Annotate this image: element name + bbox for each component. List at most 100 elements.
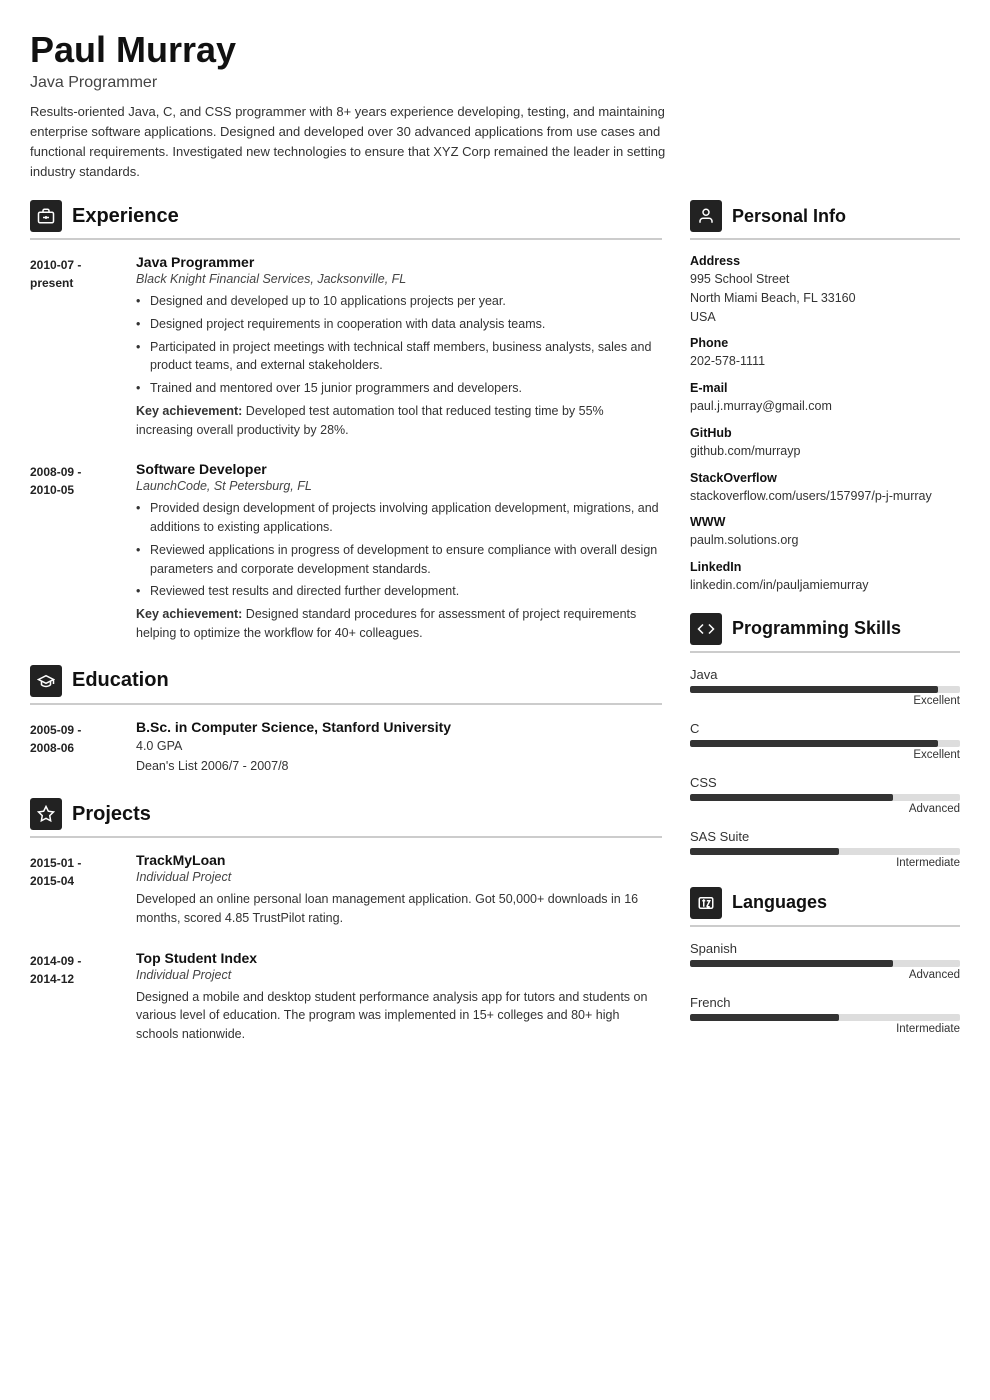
bullet-item: Designed and developed up to 10 applicat… — [136, 292, 662, 311]
language-name: French — [690, 995, 960, 1010]
language-level-label: Advanced — [690, 969, 960, 981]
language-bar-bg — [690, 960, 960, 967]
entry-bullets: Designed and developed up to 10 applicat… — [136, 292, 662, 398]
education-section-header: Education — [30, 665, 662, 705]
edu-gpa: 4.0 GPA — [136, 737, 662, 756]
entry-content: Software Developer LaunchCode, St Peters… — [136, 461, 662, 642]
entry-dates: 2014-09 -2014-12 — [30, 950, 120, 1044]
skill-item: CSS Advanced — [690, 775, 960, 815]
projects-section-header: Projects — [30, 798, 662, 838]
edu-degree: B.Sc. in Computer Science, Stanford Univ… — [136, 719, 662, 735]
edu-extra: Dean's List 2006/7 - 2007/8 — [136, 757, 662, 776]
github-value: github.com/murrayp — [690, 442, 960, 461]
language-bar-bg — [690, 1014, 960, 1021]
header-section: Paul Murray Java Programmer Results-orie… — [30, 30, 960, 182]
header-title: Java Programmer — [30, 74, 960, 92]
www-value: paulm.solutions.org — [690, 531, 960, 550]
entry-role: Java Programmer — [136, 254, 662, 270]
entry-dates: 2015-01 -2015-04 — [30, 852, 120, 928]
linkedin-value: linkedin.com/in/pauljamiemurray — [690, 576, 960, 595]
skill-name: SAS Suite — [690, 829, 960, 844]
personal-info-icon — [690, 200, 722, 232]
entry-content: TrackMyLoan Individual Project Developed… — [136, 852, 662, 928]
address-line1: 995 School Street — [690, 270, 960, 289]
skill-name: C — [690, 721, 960, 736]
skill-item: C Excellent — [690, 721, 960, 761]
bullet-item: Provided design development of projects … — [136, 499, 662, 537]
stackoverflow-label: StackOverflow — [690, 471, 960, 485]
linkedin-label: LinkedIn — [690, 560, 960, 574]
language-level-label: Intermediate — [690, 1023, 960, 1035]
entry-role: Software Developer — [136, 461, 662, 477]
education-icon — [30, 665, 62, 697]
right-column: Personal Info Address 995 School Street … — [690, 200, 960, 1049]
entry-content: B.Sc. in Computer Science, Stanford Univ… — [136, 719, 662, 777]
skill-bar-fill — [690, 686, 938, 693]
bullet-item: Participated in project meetings with te… — [136, 338, 662, 376]
header-summary: Results-oriented Java, C, and CSS progra… — [30, 102, 690, 183]
skill-bar-bg — [690, 848, 960, 855]
entry-dates: 2010-07 -present — [30, 254, 120, 439]
bullet-item: Trained and mentored over 15 junior prog… — [136, 379, 662, 398]
skill-level-label: Excellent — [690, 695, 960, 707]
languages-section-header: Languages — [690, 887, 960, 927]
stackoverflow-value: stackoverflow.com/users/157997/p-j-murra… — [690, 487, 960, 506]
education-entry: 2005-09 -2008-06 B.Sc. in Computer Scien… — [30, 719, 662, 777]
project-type: Individual Project — [136, 870, 662, 884]
entry-content: Java Programmer Black Knight Financial S… — [136, 254, 662, 439]
skill-name: Java — [690, 667, 960, 682]
email-value: paul.j.murray@gmail.com — [690, 397, 960, 416]
project-title: TrackMyLoan — [136, 852, 662, 868]
left-column: Experience 2010-07 -present Java Program… — [30, 200, 662, 1066]
header-name: Paul Murray — [30, 30, 960, 70]
key-achievement: Key achievement: Designed standard proce… — [136, 605, 662, 643]
skill-item: Java Excellent — [690, 667, 960, 707]
email-label: E-mail — [690, 381, 960, 395]
key-achievement: Key achievement: Developed test automati… — [136, 402, 662, 440]
entry-company: LaunchCode, St Petersburg, FL — [136, 479, 662, 493]
project-type: Individual Project — [136, 968, 662, 982]
experience-container: 2010-07 -present Java Programmer Black K… — [30, 254, 662, 643]
programming-skills-section-header: Programming Skills — [690, 613, 960, 653]
project-entry: 2015-01 -2015-04 TrackMyLoan Individual … — [30, 852, 662, 928]
personal-info-content: Address 995 School Street North Miami Be… — [690, 254, 960, 595]
programming-skills-icon — [690, 613, 722, 645]
programming-skills-title: Programming Skills — [732, 618, 901, 639]
language-item: Spanish Advanced — [690, 941, 960, 981]
bullet-item: Reviewed applications in progress of dev… — [136, 541, 662, 579]
bullet-item: Designed project requirements in coopera… — [136, 315, 662, 334]
skill-bar-fill — [690, 848, 839, 855]
entry-company: Black Knight Financial Services, Jackson… — [136, 272, 662, 286]
experience-entry: 2008-09 -2010-05 Software Developer Laun… — [30, 461, 662, 642]
skill-item: SAS Suite Intermediate — [690, 829, 960, 869]
skill-bar-bg — [690, 686, 960, 693]
project-description: Designed a mobile and desktop student pe… — [136, 988, 662, 1044]
address-label: Address — [690, 254, 960, 268]
experience-icon — [30, 200, 62, 232]
experience-title: Experience — [72, 205, 179, 228]
experience-section-header: Experience — [30, 200, 662, 240]
languages-title: Languages — [732, 892, 827, 913]
project-entry: 2014-09 -2014-12 Top Student Index Indiv… — [30, 950, 662, 1044]
language-bar-fill — [690, 1014, 839, 1021]
github-label: GitHub — [690, 426, 960, 440]
experience-entry: 2010-07 -present Java Programmer Black K… — [30, 254, 662, 439]
skill-bar-fill — [690, 794, 893, 801]
entry-content: Top Student Index Individual Project Des… — [136, 950, 662, 1044]
projects-icon — [30, 798, 62, 830]
education-title: Education — [72, 669, 169, 692]
www-label: WWW — [690, 515, 960, 529]
education-container: 2005-09 -2008-06 B.Sc. in Computer Scien… — [30, 719, 662, 777]
project-description: Developed an online personal loan manage… — [136, 890, 662, 928]
language-item: French Intermediate — [690, 995, 960, 1035]
language-name: Spanish — [690, 941, 960, 956]
bullet-item: Reviewed test results and directed furth… — [136, 582, 662, 601]
skill-bar-bg — [690, 794, 960, 801]
entry-dates: 2005-09 -2008-06 — [30, 719, 120, 777]
skill-level-label: Intermediate — [690, 857, 960, 869]
languages-container: Spanish Advanced French Intermediate — [690, 941, 960, 1035]
resume-wrapper: Paul Murray Java Programmer Results-orie… — [0, 0, 990, 1096]
skills-container: Java Excellent C Excellent CSS Advanced … — [690, 667, 960, 869]
phone-label: Phone — [690, 336, 960, 350]
skill-level-label: Advanced — [690, 803, 960, 815]
